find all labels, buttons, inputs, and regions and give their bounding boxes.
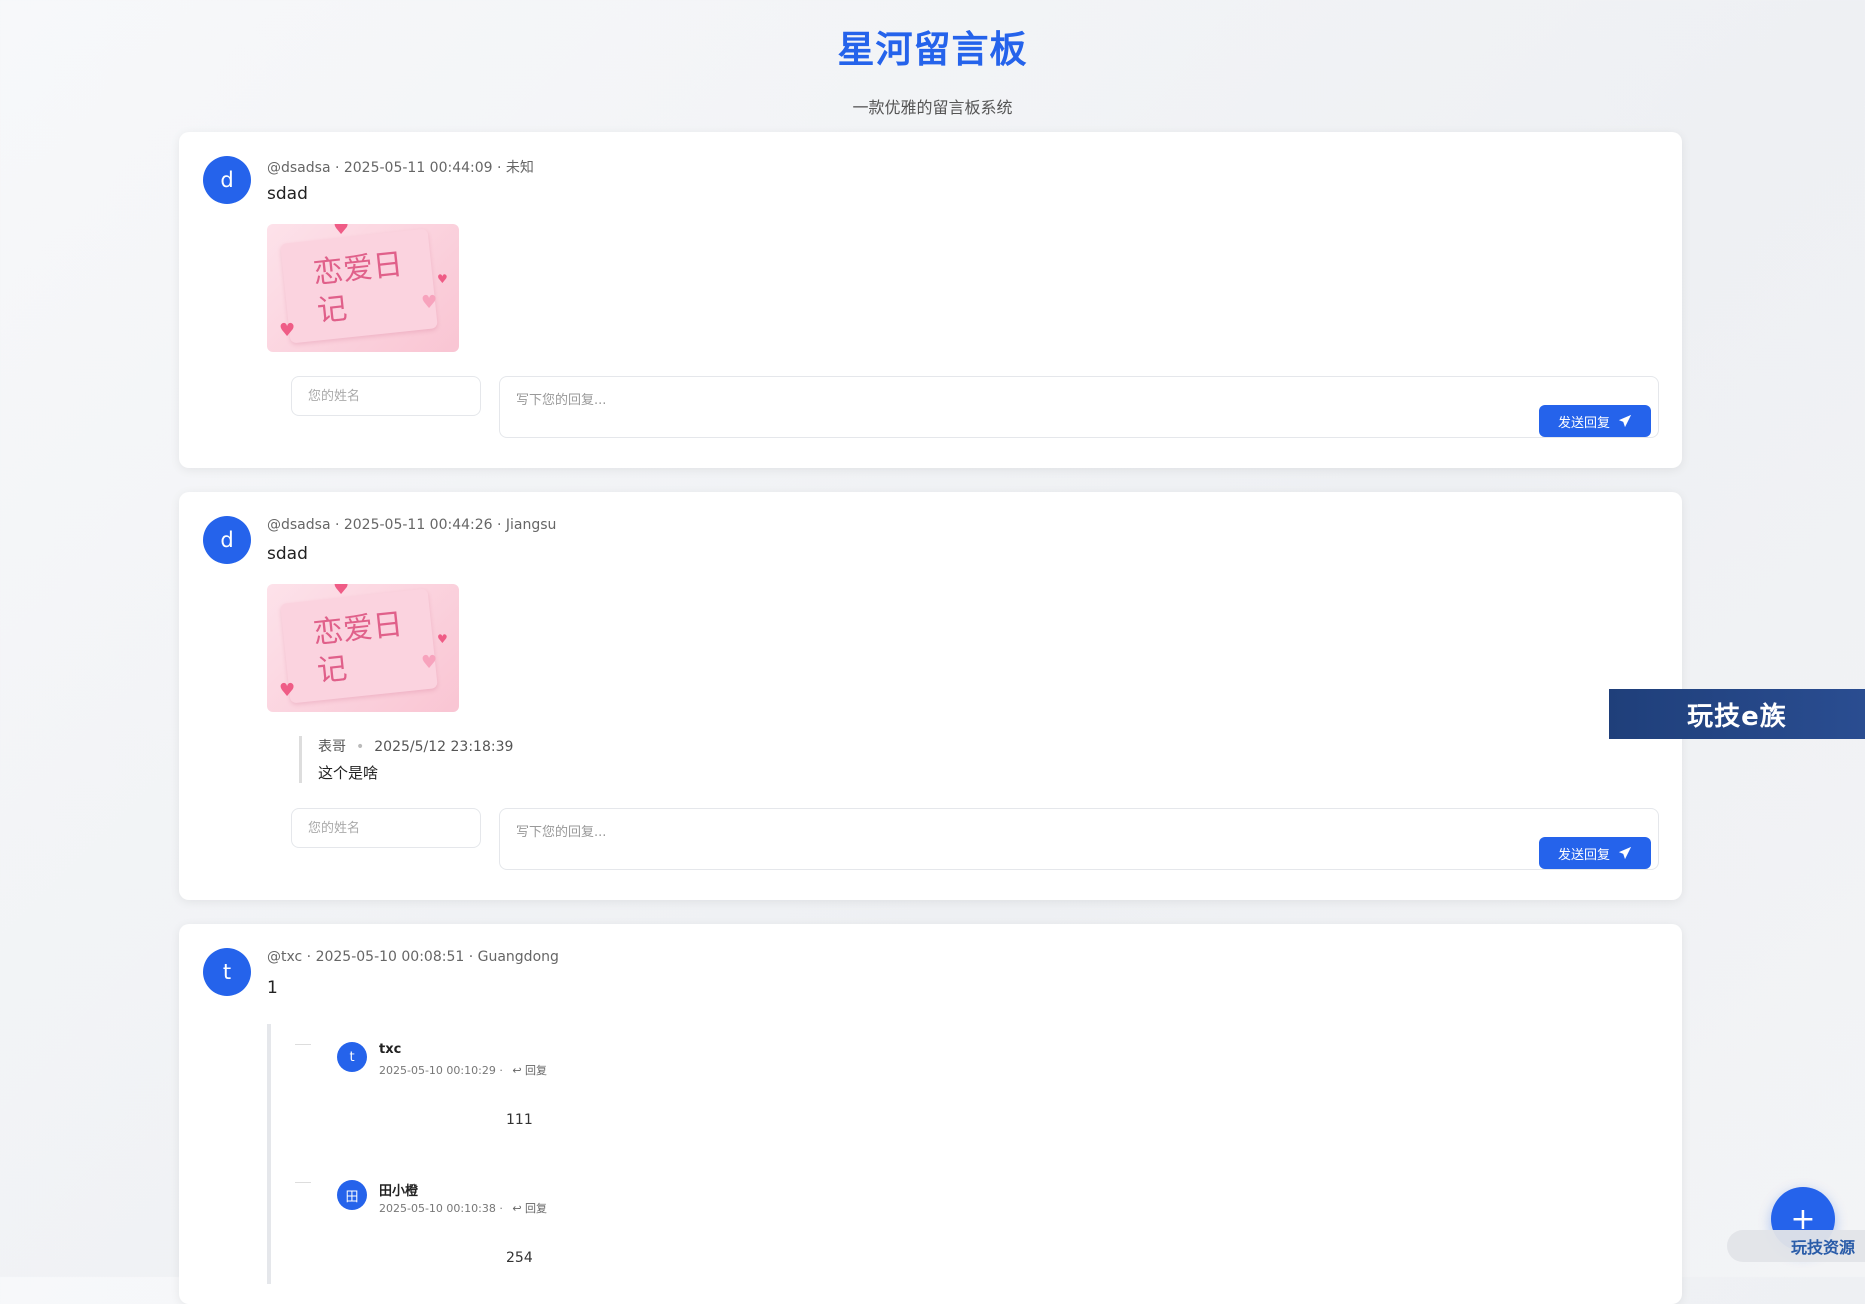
reply-arrow-icon: ↩ (512, 1064, 522, 1077)
message-content: 1 (267, 978, 278, 998)
message-meta: @dsadsa · 2025-05-11 00:44:26 · Jiangsu (267, 517, 557, 533)
send-reply-label: 发送回复 (1557, 847, 1610, 863)
heart-icon: ♥ (437, 632, 448, 646)
send-icon (1618, 846, 1632, 860)
page-title: 星河留言板 (837, 28, 1028, 71)
sticker-image[interactable]: ♥ ♥ ♥ ♥ 恋爱日记 (267, 224, 459, 352)
reply-link[interactable]: ↩ 回复 (512, 1202, 547, 1215)
reply-time: 2025/5/12 23:18:39 (374, 739, 514, 755)
reply-item: 表哥 • 2025/5/12 23:18:39 这个是啥 (299, 736, 513, 783)
sticker-text: 恋爱日记 (311, 607, 405, 690)
name-input[interactable] (291, 808, 481, 848)
ad-banner[interactable]: 玩技e族 (1609, 689, 1865, 739)
reply-textarea[interactable]: 写下您的回复... 发送回复 (499, 376, 1659, 438)
message-card: d @dsadsa · 2025-05-11 00:44:09 · 未知 sda… (179, 132, 1682, 468)
message-content: sdad (267, 544, 308, 564)
reply-thread: t txc 2025-05-10 00:10:29 · ↩ 回复 111 田 田… (267, 1024, 1661, 1284)
send-reply-button[interactable]: 发送回复 (1539, 405, 1651, 437)
message-meta: @dsadsa · 2025-05-11 00:44:09 · 未知 (267, 160, 534, 176)
heart-icon: ♥ (279, 680, 296, 701)
avatar: d (203, 156, 251, 204)
reply-link[interactable]: ↩ 回复 (512, 1064, 547, 1077)
avatar: t (337, 1042, 367, 1072)
message-meta: @txc · 2025-05-10 00:08:51 · Guangdong (267, 949, 559, 965)
sticker-image[interactable]: ♥ ♥ ♥ ♥ 恋爱日记 (267, 584, 459, 712)
thread-time: 2025-05-10 00:10:29 (379, 1064, 496, 1077)
message-content: sdad (267, 184, 308, 204)
page-header: 星河留言板 一款优雅的留言板系统 (0, 24, 1865, 118)
reply-text: 这个是啥 (318, 764, 379, 782)
avatar: t (203, 948, 251, 996)
heart-icon: ♥ (279, 320, 296, 341)
thread-meta: 2025-05-10 00:10:29 · ↩ 回复 (379, 1064, 548, 1077)
heart-icon: ♥ (421, 652, 438, 673)
message-card: d @dsadsa · 2025-05-11 00:44:26 · Jiangs… (179, 492, 1682, 900)
send-reply-button[interactable]: 发送回复 (1539, 837, 1651, 869)
reply-textarea[interactable]: 写下您的回复... 发送回复 (499, 808, 1659, 870)
thread-time: 2025-05-10 00:10:38 (379, 1202, 496, 1215)
thread-text: 254 (506, 1250, 533, 1266)
heart-icon: ♥ (333, 224, 350, 239)
send-icon (1618, 414, 1632, 428)
name-input[interactable] (291, 376, 481, 416)
heart-icon: ♥ (421, 292, 438, 313)
reply-placeholder: 写下您的回复... (516, 393, 607, 408)
reply-placeholder: 写下您的回复... (516, 825, 607, 840)
heart-icon: ♥ (437, 272, 448, 286)
reply-arrow-icon: ↩ (512, 1202, 522, 1215)
reply-meta: 表哥 • 2025/5/12 23:18:39 (318, 739, 514, 755)
thread-meta: 2025-05-10 00:10:38 · ↩ 回复 (379, 1202, 548, 1215)
thread-author: 田小橙 (379, 1184, 419, 1199)
heart-icon: ♥ (333, 584, 350, 599)
thread-author: txc (379, 1042, 402, 1057)
sticker-text: 恋爱日记 (311, 247, 405, 330)
page-subtitle: 一款优雅的留言板系统 (852, 98, 1013, 117)
reply-author: 表哥 (318, 739, 346, 755)
message-card: t @txc · 2025-05-10 00:08:51 · Guangdong… (179, 924, 1682, 1304)
send-reply-label: 发送回复 (1557, 415, 1610, 431)
watermark-logo: 玩技资源 (1727, 1230, 1865, 1262)
avatar: 田 (337, 1180, 367, 1210)
avatar: d (203, 516, 251, 564)
thread-text: 111 (506, 1112, 533, 1128)
